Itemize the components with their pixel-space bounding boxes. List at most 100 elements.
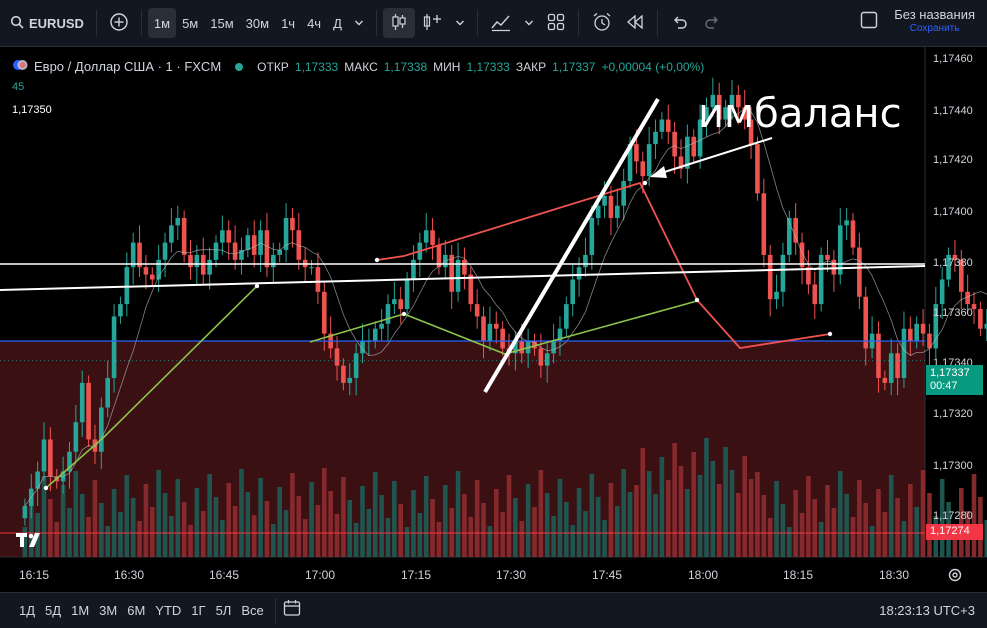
symbol-search-button[interactable]: EURUSD	[0, 8, 90, 38]
interval-5m[interactable]: 5м	[176, 8, 204, 38]
volume-bar	[468, 517, 474, 557]
candle-body	[589, 217, 595, 255]
candle-body	[430, 230, 435, 246]
volume-bar	[908, 484, 913, 557]
candle-body	[181, 217, 187, 255]
range-1d-button[interactable]: 1Д	[14, 603, 40, 618]
volume-bar	[780, 504, 786, 557]
indicators-button[interactable]	[484, 8, 518, 38]
redo-button[interactable]	[696, 8, 728, 38]
range-5d-button[interactable]: 5Д	[40, 603, 66, 618]
candles-style-button[interactable]	[382, 8, 415, 38]
candle-body	[175, 217, 181, 226]
interval-4h[interactable]: 4ч	[301, 8, 327, 38]
volume-bar	[315, 505, 321, 557]
chart-style-dropdown[interactable]	[449, 8, 471, 38]
volume-bar	[194, 488, 200, 557]
candle-body	[334, 348, 340, 366]
undo-button[interactable]	[664, 8, 696, 38]
volume-bar	[54, 522, 60, 557]
interval-1h[interactable]: 1ч	[275, 8, 301, 38]
volume-bar	[691, 452, 697, 557]
volume-bar	[653, 494, 658, 557]
indicator-style-button[interactable]	[415, 8, 449, 38]
interval-15m[interactable]: 15м	[204, 8, 239, 38]
volume-bar	[621, 469, 626, 557]
range-3m-button[interactable]: 3М	[94, 603, 122, 618]
candle-body	[634, 144, 639, 162]
candle-body	[124, 267, 130, 305]
volume-bar	[844, 494, 849, 557]
chevron-down-icon	[354, 16, 364, 31]
date-range-icon[interactable]	[282, 598, 302, 623]
interval-1m[interactable]: 1м	[147, 8, 177, 38]
interval-dropdown[interactable]	[348, 8, 370, 38]
candle-body	[665, 119, 671, 132]
interval-1d[interactable]: Д	[327, 8, 348, 38]
search-icon	[10, 15, 24, 32]
layout-button[interactable]	[540, 8, 572, 38]
range-5y-button[interactable]: 5Л	[211, 603, 237, 618]
save-link[interactable]: Сохранить	[910, 22, 960, 36]
volume-bar	[156, 470, 161, 557]
candle-body	[143, 267, 149, 275]
volume-bar	[519, 521, 525, 557]
candle-body	[41, 439, 47, 472]
undo-icon	[670, 12, 690, 35]
candle-body	[850, 220, 856, 248]
volume-bar	[143, 484, 149, 557]
candle-body	[978, 309, 983, 329]
candle-body	[544, 353, 550, 366]
range-1m-button[interactable]: 1М	[66, 603, 94, 618]
candle-body	[149, 274, 155, 280]
time-axis-label: 17:15	[400, 568, 432, 582]
volume-bar	[474, 480, 480, 557]
candle-body	[672, 131, 677, 157]
candle-body	[640, 161, 646, 177]
candle-body	[939, 279, 945, 305]
annotation-arrow-head	[650, 166, 667, 178]
candle-body	[118, 304, 123, 317]
imbalance-annotation[interactable]: имбаланс	[698, 91, 902, 137]
volume-bar	[493, 489, 499, 557]
candle-body	[48, 439, 53, 477]
volume-bar	[627, 492, 633, 557]
interval-30m[interactable]: 30м	[240, 8, 275, 38]
candle-body	[888, 353, 894, 383]
price-axis-label: 1,17300	[933, 460, 973, 472]
candle-body	[245, 235, 251, 250]
clock-timezone[interactable]: 18:23:13 UTC+3	[879, 603, 975, 618]
volume-bar	[341, 477, 346, 557]
volume-bar	[564, 502, 569, 557]
bar-countdown: 00:47	[930, 380, 958, 392]
save-layout-group[interactable]: Без названия Сохранить	[860, 8, 975, 36]
volume-bar	[799, 513, 805, 557]
volume-bar	[360, 486, 365, 557]
candle-body	[602, 195, 607, 206]
indicators-dropdown[interactable]	[518, 8, 540, 38]
range-6m-button[interactable]: 6М	[122, 603, 150, 618]
volume-bar	[716, 484, 722, 557]
candle-body	[493, 323, 499, 329]
chevron-down-icon	[524, 16, 534, 31]
chart-area[interactable]: Евро / Доллар США · 1 · FXCM ОТКР 1,17333…	[0, 47, 987, 592]
settings-icon[interactable]	[947, 567, 963, 588]
candle-body	[551, 341, 556, 354]
alert-button[interactable]	[585, 8, 619, 38]
replay-button[interactable]	[619, 8, 651, 38]
compare-symbol-button[interactable]	[103, 8, 135, 38]
legend-open-value: 1,17333	[294, 59, 339, 74]
volume-bar	[729, 470, 735, 557]
candle-body	[315, 267, 321, 292]
volume-bar	[882, 512, 888, 557]
range-all-button[interactable]: Все	[236, 603, 268, 618]
range-1y-button[interactable]: 1Г	[186, 603, 210, 618]
range-ytd-button[interactable]: YTD	[150, 603, 186, 618]
volume-bar	[258, 478, 263, 557]
layout-square-icon	[860, 11, 878, 34]
candle-body	[86, 382, 91, 440]
volume-bar	[608, 483, 614, 557]
candle-body	[207, 259, 212, 275]
volume-bar	[296, 496, 302, 557]
candle-body	[277, 249, 282, 255]
